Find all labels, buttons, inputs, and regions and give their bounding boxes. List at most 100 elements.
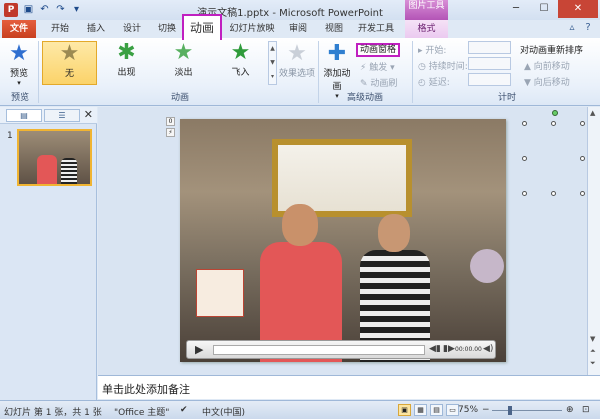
slide-info: 幻灯片 第 1 张，共 1 张 bbox=[4, 408, 102, 418]
save-icon[interactable]: ▣ bbox=[22, 3, 35, 16]
media-progress[interactable] bbox=[213, 345, 425, 355]
animation-item-label: 淡出 bbox=[174, 68, 193, 78]
rewind-icon[interactable]: ◀▮ bbox=[429, 344, 441, 354]
preview-dropdown-icon[interactable]: ▾ bbox=[4, 79, 34, 87]
animation-pane-button[interactable]: 动画窗格 bbox=[356, 42, 401, 57]
spellcheck-icon[interactable]: ✔ bbox=[180, 405, 188, 415]
preview-button[interactable]: ★ 预览 ▾ bbox=[4, 42, 34, 88]
separator bbox=[38, 41, 39, 103]
tab-format[interactable]: 格式 bbox=[405, 20, 448, 38]
animation-gallery: ★ 无 ✱ 出现 ★ 淡出 ★ 飞入 bbox=[42, 41, 268, 85]
rotation-handle[interactable] bbox=[552, 110, 558, 116]
tab-view[interactable]: 视图 bbox=[318, 20, 350, 38]
resize-handle[interactable] bbox=[522, 191, 527, 196]
animation-painter-button[interactable]: ✎ 动画刷 bbox=[360, 76, 397, 89]
notes-pane[interactable]: 单击此处添加备注 bbox=[98, 375, 600, 399]
woman-head bbox=[378, 214, 410, 252]
animation-marker-icon[interactable]: 0 bbox=[166, 117, 175, 126]
slide-canvas-area: 0 ⚡ ▶ ◀▮ ▮▶ 00:00.00 ◀) bbox=[98, 107, 587, 375]
resize-handle[interactable] bbox=[580, 121, 585, 126]
video-frame[interactable] bbox=[180, 119, 506, 362]
trigger-button[interactable]: ⚡ 触发 ▾ bbox=[360, 60, 395, 73]
maximize-icon[interactable]: ☐ bbox=[530, 0, 558, 18]
move-earlier-label: 向前移动 bbox=[533, 62, 570, 72]
mini-icons: 0 ⚡ bbox=[166, 117, 175, 139]
scroll-down-icon[interactable]: ▼ bbox=[590, 335, 595, 343]
zoom-out-icon[interactable]: − bbox=[482, 405, 490, 415]
trigger-marker-icon[interactable]: ⚡ bbox=[166, 128, 175, 137]
effect-options-button[interactable]: ★ 效果选项 bbox=[278, 42, 316, 80]
tab-file[interactable]: 文件 bbox=[2, 20, 36, 38]
close-panel-icon[interactable]: ✕ bbox=[84, 108, 93, 121]
slide-thumbnail[interactable] bbox=[17, 129, 92, 186]
start-dropdown[interactable] bbox=[468, 41, 511, 54]
forward-icon[interactable]: ▮▶ bbox=[443, 344, 455, 354]
help-icon[interactable]: ? bbox=[582, 22, 594, 33]
slides-tab[interactable]: ▤ bbox=[6, 109, 42, 122]
tab-review[interactable]: 审阅 bbox=[282, 20, 314, 38]
tab-design[interactable]: 设计 bbox=[116, 20, 148, 38]
quick-access-toolbar: ▣ ↶ ↷ ▾ bbox=[22, 3, 83, 16]
minimize-ribbon-icon[interactable]: ▵ bbox=[566, 22, 578, 33]
play-icon[interactable]: ▶ bbox=[195, 343, 203, 356]
animation-item-label: 无 bbox=[64, 69, 74, 79]
zoom-level[interactable]: 75% bbox=[458, 405, 478, 415]
star-appear-icon: ✱ bbox=[117, 40, 136, 65]
theme-name[interactable]: "Office 主题" bbox=[114, 405, 169, 418]
tab-developer[interactable]: 开发工具 bbox=[354, 20, 398, 38]
separator bbox=[412, 41, 413, 103]
animation-item-appear[interactable]: ✱ 出现 bbox=[99, 41, 154, 85]
separator bbox=[318, 41, 319, 103]
minimize-icon[interactable]: ─ bbox=[502, 0, 530, 18]
slide-sorter-button[interactable]: ▦ bbox=[414, 404, 427, 416]
start-label: ▸ 开始: bbox=[418, 46, 447, 56]
volume-icon[interactable]: ◀) bbox=[483, 344, 493, 354]
resize-handle[interactable] bbox=[551, 191, 556, 196]
move-later-button[interactable]: ▼ 向后移动 bbox=[524, 75, 570, 88]
animation-item-label: 飞入 bbox=[231, 68, 250, 78]
tab-insert[interactable]: 插入 bbox=[80, 20, 112, 38]
slide[interactable]: ▶ ◀▮ ▮▶ 00:00.00 ◀) bbox=[180, 119, 506, 362]
outline-tab[interactable]: ☰ bbox=[44, 109, 80, 122]
delay-spinner[interactable] bbox=[468, 73, 511, 86]
animation-item-label: 出现 bbox=[117, 68, 136, 78]
zoom-slider[interactable] bbox=[492, 410, 562, 411]
animation-item-fade[interactable]: ★ 淡出 bbox=[156, 41, 211, 85]
zoom-in-icon[interactable]: ⊕ bbox=[566, 405, 574, 415]
tab-animations[interactable]: 动画 bbox=[182, 14, 222, 40]
next-slide-icon[interactable]: ⏷ bbox=[590, 359, 596, 368]
vertical-scrollbar[interactable]: ▲ ▼ ⏶ ⏷ bbox=[587, 107, 600, 375]
duration-label: ◷ 持续时间: bbox=[418, 62, 468, 72]
language[interactable]: 中文(中国) bbox=[202, 405, 245, 418]
previous-slide-icon[interactable]: ⏶ bbox=[590, 347, 596, 356]
close-icon[interactable]: ✕ bbox=[558, 0, 598, 18]
gallery-scroll[interactable]: ▲ ▼ ▾ bbox=[268, 41, 277, 85]
star-fly-in-icon: ★ bbox=[230, 40, 251, 65]
tab-transitions[interactable]: 切换 bbox=[152, 20, 182, 38]
powerpoint-logo-icon[interactable]: P bbox=[4, 3, 18, 17]
resize-handle[interactable] bbox=[522, 156, 527, 161]
undo-icon[interactable]: ↶ bbox=[38, 3, 51, 16]
tab-home[interactable]: 开始 bbox=[44, 20, 76, 38]
redo-icon[interactable]: ↷ bbox=[54, 3, 67, 16]
tab-slideshow[interactable]: 幻灯片放映 bbox=[226, 20, 278, 38]
zoom-slider-knob[interactable] bbox=[508, 406, 512, 415]
fit-to-window-icon[interactable]: ⊡ bbox=[582, 405, 590, 415]
normal-view-button[interactable]: ▣ bbox=[398, 404, 411, 416]
resize-handle[interactable] bbox=[522, 121, 527, 126]
resize-handle[interactable] bbox=[551, 121, 556, 126]
effect-options-label: 效果选项 bbox=[278, 69, 315, 79]
customize-icon[interactable]: ▾ bbox=[70, 3, 83, 16]
resize-handle[interactable] bbox=[580, 156, 585, 161]
resize-handle[interactable] bbox=[580, 191, 585, 196]
group-label-advanced: 高级动画 bbox=[346, 93, 383, 103]
scroll-up-icon[interactable]: ▲ bbox=[590, 109, 595, 117]
animation-item-none[interactable]: ★ 无 bbox=[42, 41, 97, 85]
duration-spinner[interactable] bbox=[468, 57, 511, 70]
reading-view-button[interactable]: ▤ bbox=[430, 404, 443, 416]
star-none-icon: ★ bbox=[59, 41, 80, 66]
media-time: 00:00.00 bbox=[455, 346, 482, 353]
animation-item-fly-in[interactable]: ★ 飞入 bbox=[213, 41, 268, 85]
fan bbox=[470, 249, 504, 283]
move-earlier-button[interactable]: ▲ 向前移动 bbox=[524, 59, 570, 72]
